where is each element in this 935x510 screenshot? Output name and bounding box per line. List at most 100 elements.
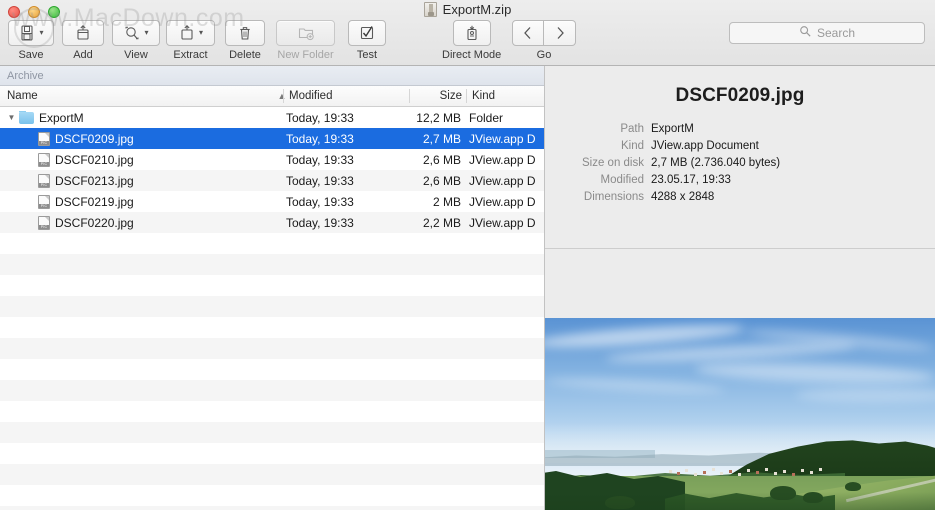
toolbar-item-test[interactable]: Test [348,20,386,61]
view-magnifier-icon [123,24,141,42]
test-checkbox-icon [358,24,376,42]
chevron-right-icon [551,24,569,42]
chevron-down-icon[interactable]: ▾ [144,29,148,37]
row-kind-cell: JView.app D [469,215,536,230]
row-kind-cell: JView.app D [469,173,536,188]
row-size-cell: 2,6 MB [422,152,461,167]
extract-box-icon [178,24,196,42]
info-row-path: Path ExportM [545,123,935,135]
row-name-cell: DSCF0219.jpg [0,194,281,209]
toolbar-item-add[interactable]: Add [62,20,104,61]
picture-file-icon [38,131,50,146]
info-value: 4288 x 2848 [651,191,715,203]
disclosure-triangle-icon[interactable]: ▼ [6,113,17,122]
table-row[interactable]: DSCF0213.jpg Today, 19:33 2,6 MB JView.a… [0,170,544,191]
empty-row [0,380,544,401]
info-row-modified: Modified 23.05.17, 19:33 [545,174,935,186]
window-title: ExportM.zip [442,2,512,17]
table-row[interactable]: DSCF0219.jpg Today, 19:33 2 MB JView.app… [0,191,544,212]
row-kind-cell: JView.app D [469,131,536,146]
empty-row [0,254,544,275]
folder-icon [19,110,34,124]
toolbar-item-new-folder[interactable]: New Folder [276,20,335,61]
save-archive-icon [18,24,36,42]
info-label: Path [620,123,644,135]
info-label: Dimensions [583,191,644,203]
row-name-label: DSCF0209.jpg [55,131,134,146]
empty-row [0,443,544,464]
row-kind-cell: JView.app D [469,194,536,209]
column-header-size[interactable]: Size [414,86,462,106]
go-forward-button[interactable] [544,20,576,46]
close-button[interactable] [8,6,20,18]
sort-ascending-caret-icon[interactable]: ▲ [276,86,288,106]
info-row-dimensions: Dimensions 4288 x 2848 [545,191,935,203]
table-row[interactable]: DSCF0220.jpg Today, 19:33 2,2 MB JView.a… [0,212,544,233]
column-header-name[interactable]: Name [7,86,38,106]
row-name-label: DSCF0213.jpg [55,173,134,188]
row-kind-cell: JView.app D [469,152,536,167]
info-panel-fields: Path ExportM Kind JView.app Document Siz… [545,123,935,203]
archive-window: ExportM.zip ▾ Save Add ▾ View ▾ Extract … [0,0,935,510]
info-row-size-on-disk: Size on disk 2,7 MB (2.736.040 bytes) [545,157,935,169]
chevron-down-icon[interactable]: ▾ [39,29,43,37]
table-row[interactable]: ▼ ExportM Today, 19:33 12,2 MB Folder [0,107,544,128]
row-name-cell: DSCF0210.jpg [0,152,281,167]
toolbar-item-delete[interactable]: Delete [225,20,265,61]
toolbar-label-extract: Extract [173,49,208,61]
picture-file-icon [38,173,50,188]
archive-tab-strip[interactable]: Archive [0,66,544,86]
new-folder-icon [297,24,315,42]
chevron-down-icon[interactable]: ▾ [199,29,203,37]
column-header-modified[interactable]: Modified [289,86,332,106]
empty-row [0,233,544,254]
zip-archive-icon [423,2,437,17]
toolbar-label-view: View [124,49,148,61]
picture-file-icon [38,152,50,167]
toolbar-item-save[interactable]: ▾ Save [8,20,54,61]
row-name-cell: DSCF0213.jpg [0,173,281,188]
go-back-button[interactable] [512,20,544,46]
row-size-cell: 2,2 MB [422,215,461,230]
search-icon [799,24,811,42]
info-value: 23.05.17, 19:33 [651,174,731,186]
row-size-cell: 12,2 MB [416,110,461,125]
tree-cluster [845,482,861,491]
toolbar-item-direct-mode[interactable]: Direct Mode [442,20,501,61]
search-input[interactable]: Search [729,22,925,44]
toolbar-item-view[interactable]: ▾ View [112,20,160,61]
minimize-button[interactable] [28,6,40,18]
info-label: Size on disk [581,157,644,169]
row-name-label: DSCF0210.jpg [55,152,134,167]
row-modified-cell: Today, 19:33 [286,194,354,209]
empty-row [0,422,544,443]
row-modified-cell: Today, 19:33 [286,152,354,167]
chevron-left-icon [519,24,537,42]
archive-tab-label: Archive [7,69,44,82]
zoom-button[interactable] [48,6,60,18]
info-label: Kind [620,140,644,152]
info-label: Modified [600,174,644,186]
info-panel: DSCF0209.jpg Path ExportM Kind JView.app… [545,66,935,248]
file-list[interactable]: ▼ ExportM Today, 19:33 12,2 MB Folder DS… [0,107,544,510]
row-modified-cell: Today, 19:33 [286,215,354,230]
info-value: JView.app Document [651,140,759,152]
column-headers: Name ▲ Modified Size Kind [0,86,544,107]
row-name-label: ExportM [39,110,84,125]
toolbar-label-new-folder: New Folder [277,49,334,61]
table-row[interactable]: DSCF0209.jpg Today, 19:33 2,7 MB JView.a… [0,128,544,149]
toolbar-item-extract[interactable]: ▾ Extract [166,20,215,61]
row-size-cell: 2,6 MB [422,173,461,188]
village-houses [665,468,835,477]
toolbar-label-test: Test [356,49,378,61]
search-placeholder: Search [816,26,856,40]
row-modified-cell: Today, 19:33 [286,173,354,188]
toolbar-label-save: Save [18,49,44,61]
direct-mode-icon [463,24,481,42]
empty-row [0,464,544,485]
window-title-group: ExportM.zip [0,2,935,17]
empty-row [0,401,544,422]
add-box-icon [74,24,92,42]
table-row[interactable]: DSCF0210.jpg Today, 19:33 2,6 MB JView.a… [0,149,544,170]
column-header-kind[interactable]: Kind [472,86,495,106]
